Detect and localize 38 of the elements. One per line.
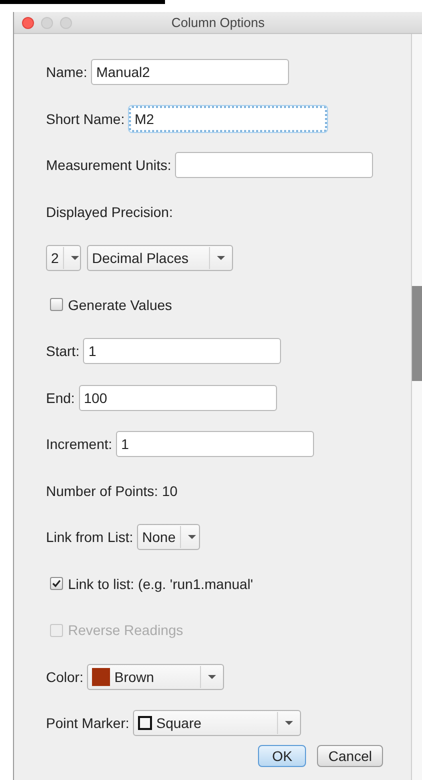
text-field[interactable]: 1 <box>83 338 282 364</box>
checkbox[interactable] <box>50 577 63 590</box>
dropdown[interactable]: Square <box>133 710 302 736</box>
caret-icon <box>208 674 216 679</box>
cancel-button[interactable]: Cancel <box>317 744 383 766</box>
text-field[interactable]: Manual2 <box>91 59 290 86</box>
checkbox-label: Generate Values <box>68 296 172 313</box>
caret-icon <box>70 256 79 260</box>
text-field[interactable]: M2 <box>128 106 327 132</box>
window-title: Column Options <box>171 15 265 30</box>
caret-icon <box>285 721 294 726</box>
dropdown[interactable]: None <box>137 524 200 550</box>
checkbox-label: Reverse Readings <box>68 622 184 638</box>
checkbox[interactable] <box>50 298 63 312</box>
field-label: Point Marker: <box>46 715 130 732</box>
caret-icon <box>217 256 225 260</box>
info-text: Number of Points: 10 <box>46 482 178 499</box>
field-label: Short Name: <box>46 110 125 127</box>
field-label: Start: <box>46 343 80 360</box>
field-label: Link from List: <box>46 529 134 546</box>
square-marker-icon <box>138 716 152 730</box>
dropdown[interactable]: 2 <box>46 245 81 272</box>
field-label: Increment: <box>46 436 112 452</box>
text-field[interactable] <box>175 152 374 178</box>
checkbox-label: Link to list: (e.g. 'run1.manual' <box>68 576 254 592</box>
field-label: Name: <box>46 64 88 80</box>
field-label: Color: <box>46 668 84 685</box>
field-label: Measurement Units: <box>46 157 172 174</box>
caret-icon <box>188 535 196 540</box>
text-field[interactable]: 100 <box>78 384 277 411</box>
dropdown[interactable]: Decimal Places <box>87 245 233 272</box>
scrollbar[interactable] <box>411 34 422 780</box>
close-button[interactable] <box>22 16 34 28</box>
ok-button[interactable]: OK <box>258 744 306 766</box>
dropdown[interactable]: Brown <box>87 664 224 690</box>
text-field[interactable]: 1 <box>116 431 314 458</box>
section-label: Displayed Precision: <box>46 204 173 220</box>
field-label: End: <box>46 390 75 406</box>
